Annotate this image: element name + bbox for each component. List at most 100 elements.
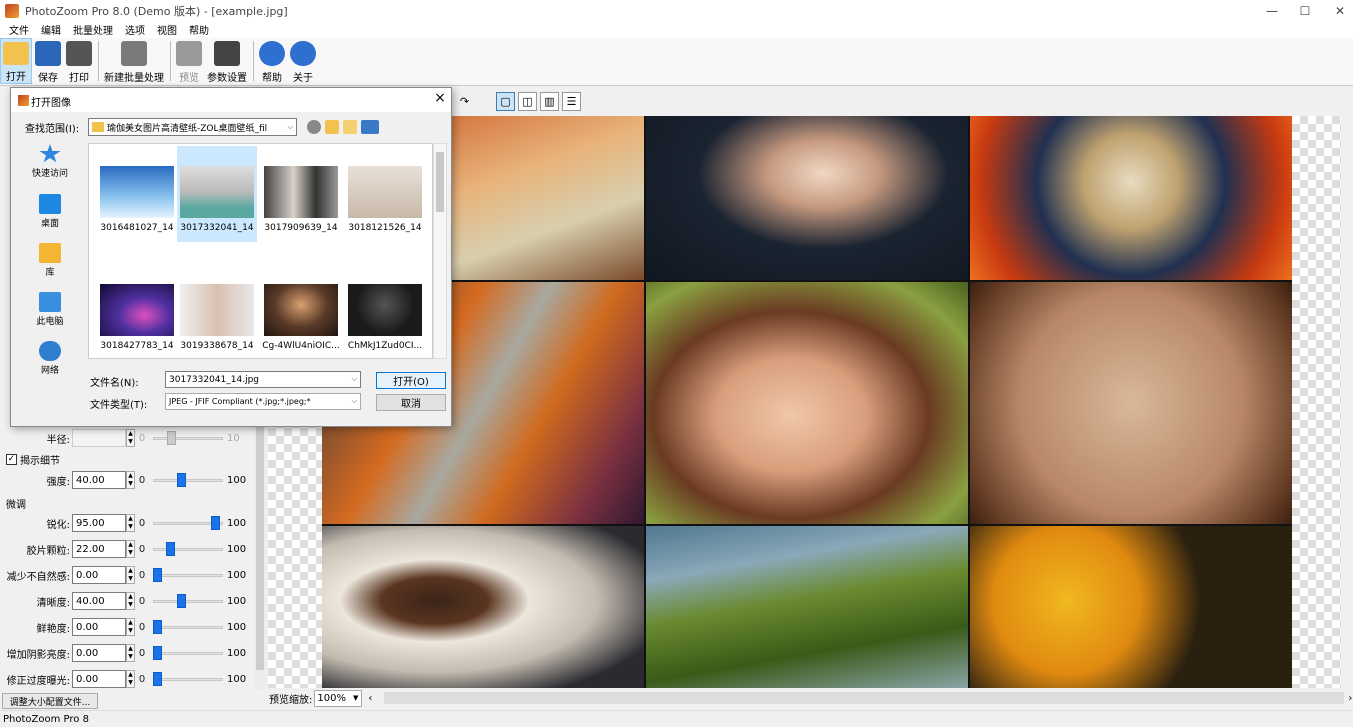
strength-spinner[interactable]: ▲ ▼ (126, 471, 135, 489)
print-button[interactable]: 打印 (64, 38, 94, 84)
vividness-spinner[interactable]: ▲ ▼ (126, 618, 135, 636)
strength-slider[interactable] (153, 472, 223, 488)
save-icon (35, 41, 61, 66)
menu-bar: 文件 编辑 批量处理 选项 视图 帮助 (0, 21, 1353, 38)
redo-button[interactable]: ↷ (455, 92, 474, 111)
overexposure-input[interactable]: 0.00 (72, 670, 126, 688)
clarity-input[interactable]: 40.00 (72, 592, 126, 610)
grain-spinner[interactable]: ▲ ▼ (126, 540, 135, 558)
grain-slider-thumb[interactable] (166, 542, 176, 556)
place-label: 网络 (40, 366, 59, 376)
grain-input[interactable]: 22.00 (72, 540, 126, 558)
grain-slider[interactable] (153, 541, 223, 557)
place-desktop[interactable]: 桌面 (25, 194, 75, 229)
new-batch-button[interactable]: 新建批量处理 (102, 38, 166, 84)
zoom-select[interactable]: 100% ▼ (314, 689, 363, 707)
file-list-scrollbar-thumb[interactable] (436, 152, 444, 212)
dialog-close-button[interactable]: × (431, 90, 449, 106)
file-item[interactable]: Cg-4WlU4niOIC... (261, 284, 341, 351)
shadow-spinner[interactable]: ▲ ▼ (126, 644, 135, 662)
unnatural-slider-thumb[interactable] (153, 568, 162, 582)
place-network[interactable]: 网络 (25, 341, 75, 376)
save-button[interactable]: 保存 (33, 38, 63, 84)
window-title: PhotoZoom Pro 8.0 (Demo 版本) - [example.j… (25, 4, 288, 18)
menu-file[interactable]: 文件 (3, 22, 35, 37)
file-item[interactable]: ChMkJ1Zud0CI... (345, 284, 425, 351)
vividness-max: 100 (227, 621, 247, 633)
vividness-slider[interactable] (153, 619, 223, 635)
clarity-slider-thumb[interactable] (177, 594, 187, 608)
dialog-cancel-button[interactable]: 取消 (376, 394, 446, 411)
file-item[interactable]: 3019338678_14 (177, 284, 257, 351)
sharpen-spinner[interactable]: ▲ ▼ (126, 514, 135, 532)
clarity-slider[interactable] (153, 593, 223, 609)
sharpen-slider[interactable] (153, 515, 223, 531)
preview-button[interactable]: 预览 (174, 38, 204, 84)
app-icon (5, 3, 19, 18)
canvas-horizontal-scrollbar[interactable] (384, 692, 1345, 704)
view-menu-icon[interactable] (361, 120, 379, 134)
radius-input[interactable] (72, 429, 126, 447)
open-button[interactable]: 打开 (0, 38, 32, 84)
unnatural-spinner[interactable]: ▲ ▼ (126, 566, 135, 584)
clarity-spinner[interactable]: ▲ ▼ (126, 592, 135, 610)
settings-button[interactable]: 参数设置 (205, 38, 249, 84)
scroll-right-icon[interactable]: › (1348, 693, 1352, 704)
menu-options[interactable]: 选项 (119, 22, 151, 37)
radius-slider[interactable] (153, 430, 223, 446)
file-list: 3016481027_14 3017332041_14 3017909639_1… (88, 143, 433, 359)
reveal-detail-checkbox-row[interactable]: ✓ 揭示细节 (6, 452, 60, 467)
place-quick-access[interactable]: 快速访问 (25, 144, 75, 179)
unnatural-slider[interactable] (153, 567, 223, 583)
shadow-input[interactable]: 0.00 (72, 644, 126, 662)
side-by-side-view-button[interactable]: ▥ (540, 91, 559, 111)
radius-spinner[interactable]: ▲ ▼ (126, 429, 135, 447)
unnatural-input[interactable]: 0.00 (72, 566, 126, 584)
new-folder-icon[interactable] (343, 120, 357, 134)
sharpen-input[interactable]: 95.00 (72, 514, 126, 532)
file-item[interactable]: 3016481027_14 (97, 166, 177, 233)
canvas-vertical-scrollbar[interactable] (1341, 116, 1353, 688)
vividness-slider-thumb[interactable] (153, 620, 162, 634)
resize-profile-button[interactable]: 调整大小配置文件... (2, 693, 98, 709)
maximize-button[interactable]: ☐ (1287, 0, 1323, 21)
up-folder-icon[interactable] (325, 120, 339, 134)
strength-input[interactable]: 40.00 (72, 471, 126, 489)
file-item[interactable]: 3018427783_14 (97, 284, 177, 351)
overexposure-spinner[interactable]: ▲ ▼ (126, 670, 135, 688)
file-name: 3018427783_14 (100, 341, 174, 351)
about-button[interactable]: 关于 (288, 38, 318, 84)
file-item[interactable]: 3018121526_14 (345, 166, 425, 233)
overexposure-slider[interactable] (153, 671, 223, 687)
menu-help[interactable]: 帮助 (183, 22, 215, 37)
file-item[interactable]: 3017909639_14 (261, 166, 341, 233)
filetype-select[interactable]: JPEG - JFIF Compliant (*.jpg;*.jpeg;* ⌵ (165, 393, 361, 410)
filename-input[interactable]: 3017332041_14.jpg ⌵ (165, 371, 361, 388)
file-name: ChMkJ1Zud0CI... (347, 341, 423, 351)
strength-slider-thumb[interactable] (177, 473, 187, 487)
file-item[interactable]: 3017332041_14 (177, 146, 257, 242)
split-view-button[interactable]: ◫ (518, 91, 537, 111)
menu-edit[interactable]: 编辑 (35, 22, 67, 37)
vividness-input[interactable]: 0.00 (72, 618, 126, 636)
back-icon[interactable] (307, 120, 321, 134)
minimize-button[interactable]: — (1254, 0, 1290, 21)
help-label: 帮助 (262, 73, 282, 84)
shadow-slider[interactable] (153, 645, 223, 661)
menu-batch[interactable]: 批量处理 (67, 22, 119, 37)
portrait-photo (646, 282, 968, 524)
shadow-slider-thumb[interactable] (153, 646, 162, 660)
dialog-open-button[interactable]: 打开(O) (376, 372, 446, 389)
sharpen-slider-thumb[interactable] (210, 516, 220, 530)
place-libraries[interactable]: 库 (25, 243, 75, 278)
place-this-pc[interactable]: 此电脑 (25, 292, 75, 327)
close-button[interactable]: ✕ (1322, 0, 1353, 21)
reveal-detail-checkbox[interactable]: ✓ (6, 454, 17, 465)
overexposure-slider-thumb[interactable] (153, 672, 162, 686)
scroll-left-icon[interactable]: ‹ (368, 693, 372, 704)
help-button[interactable]: 帮助 (257, 38, 287, 84)
menu-view[interactable]: 视图 (151, 22, 183, 37)
single-view-button[interactable]: ▢ (496, 91, 515, 111)
look-in-select[interactable]: 瑜伽美女图片高清壁纸-ZOL桌面壁纸_fil ⌵ (88, 118, 297, 136)
stacked-view-button[interactable]: ☰ (562, 91, 581, 111)
